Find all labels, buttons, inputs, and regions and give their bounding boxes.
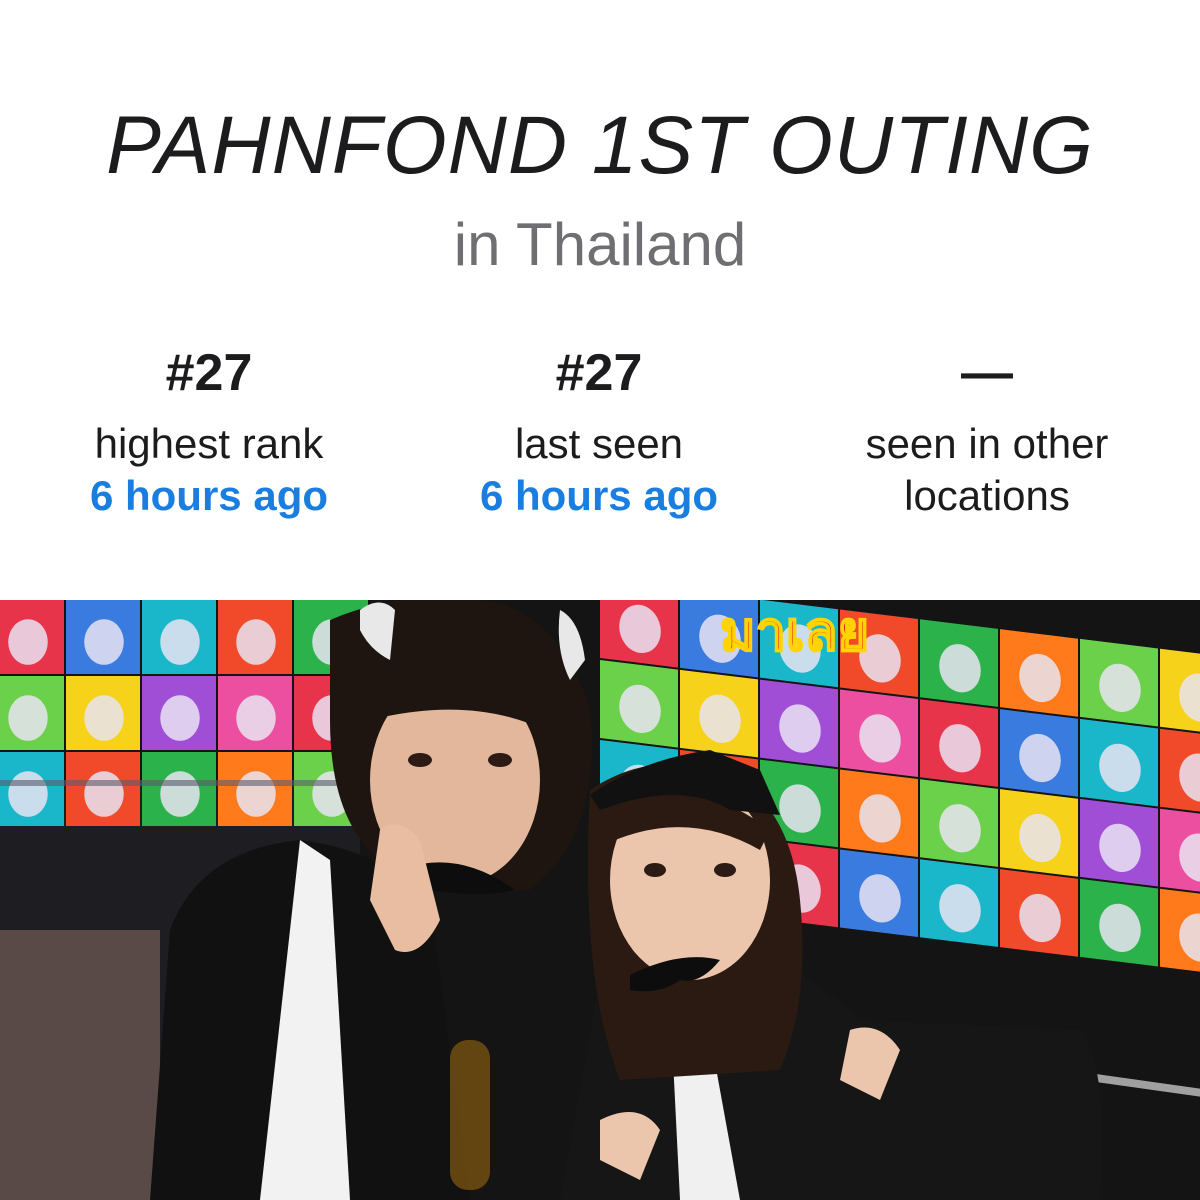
wall-sign: มาเลย [720,600,869,663]
chart-entry-card: PAHNFOND 1ST OUTING in Thailand #27 high… [0,0,1200,1200]
stat-highest-rank: #27 highest rank 6 hours ago [14,340,404,522]
mascot-figure [236,619,276,665]
stat-other-locations: — seen in other locations [792,340,1182,522]
photo-illustration: มาเลย [0,600,1200,1200]
mascot-figure [8,619,48,665]
mascot-figure [84,695,124,741]
stat-label: last seen [514,420,684,467]
stat-time[interactable]: 6 hours ago [404,470,794,522]
mascot-figure [160,619,200,665]
song-title: PAHNFOND 1ST OUTING [106,100,1094,191]
mascot-figure [160,771,200,817]
tile-wall-left [0,600,368,826]
header-section: PAHNFOND 1ST OUTING in Thailand #27 high… [0,0,1200,600]
mascot-figure [160,695,200,741]
stat-time[interactable]: 6 hours ago [14,470,404,522]
country-subtitle: in Thailand [453,211,747,278]
mascot-figure [236,695,276,741]
mascot-figure [84,619,124,665]
mascot-figure [84,771,124,817]
mascot-figure [8,695,48,741]
stat-last-seen: #27 last seen 6 hours ago [404,340,794,522]
mascot-figure [236,771,276,817]
stat-value: #27 [555,344,643,402]
mascot-figure [8,771,48,817]
stat-label: highest rank [94,420,324,467]
stat-value: — [961,344,1013,402]
stat-value: #27 [165,344,253,402]
cover-photo: มาเลย [0,600,1200,1200]
stat-label: seen in other locations [865,420,1109,519]
